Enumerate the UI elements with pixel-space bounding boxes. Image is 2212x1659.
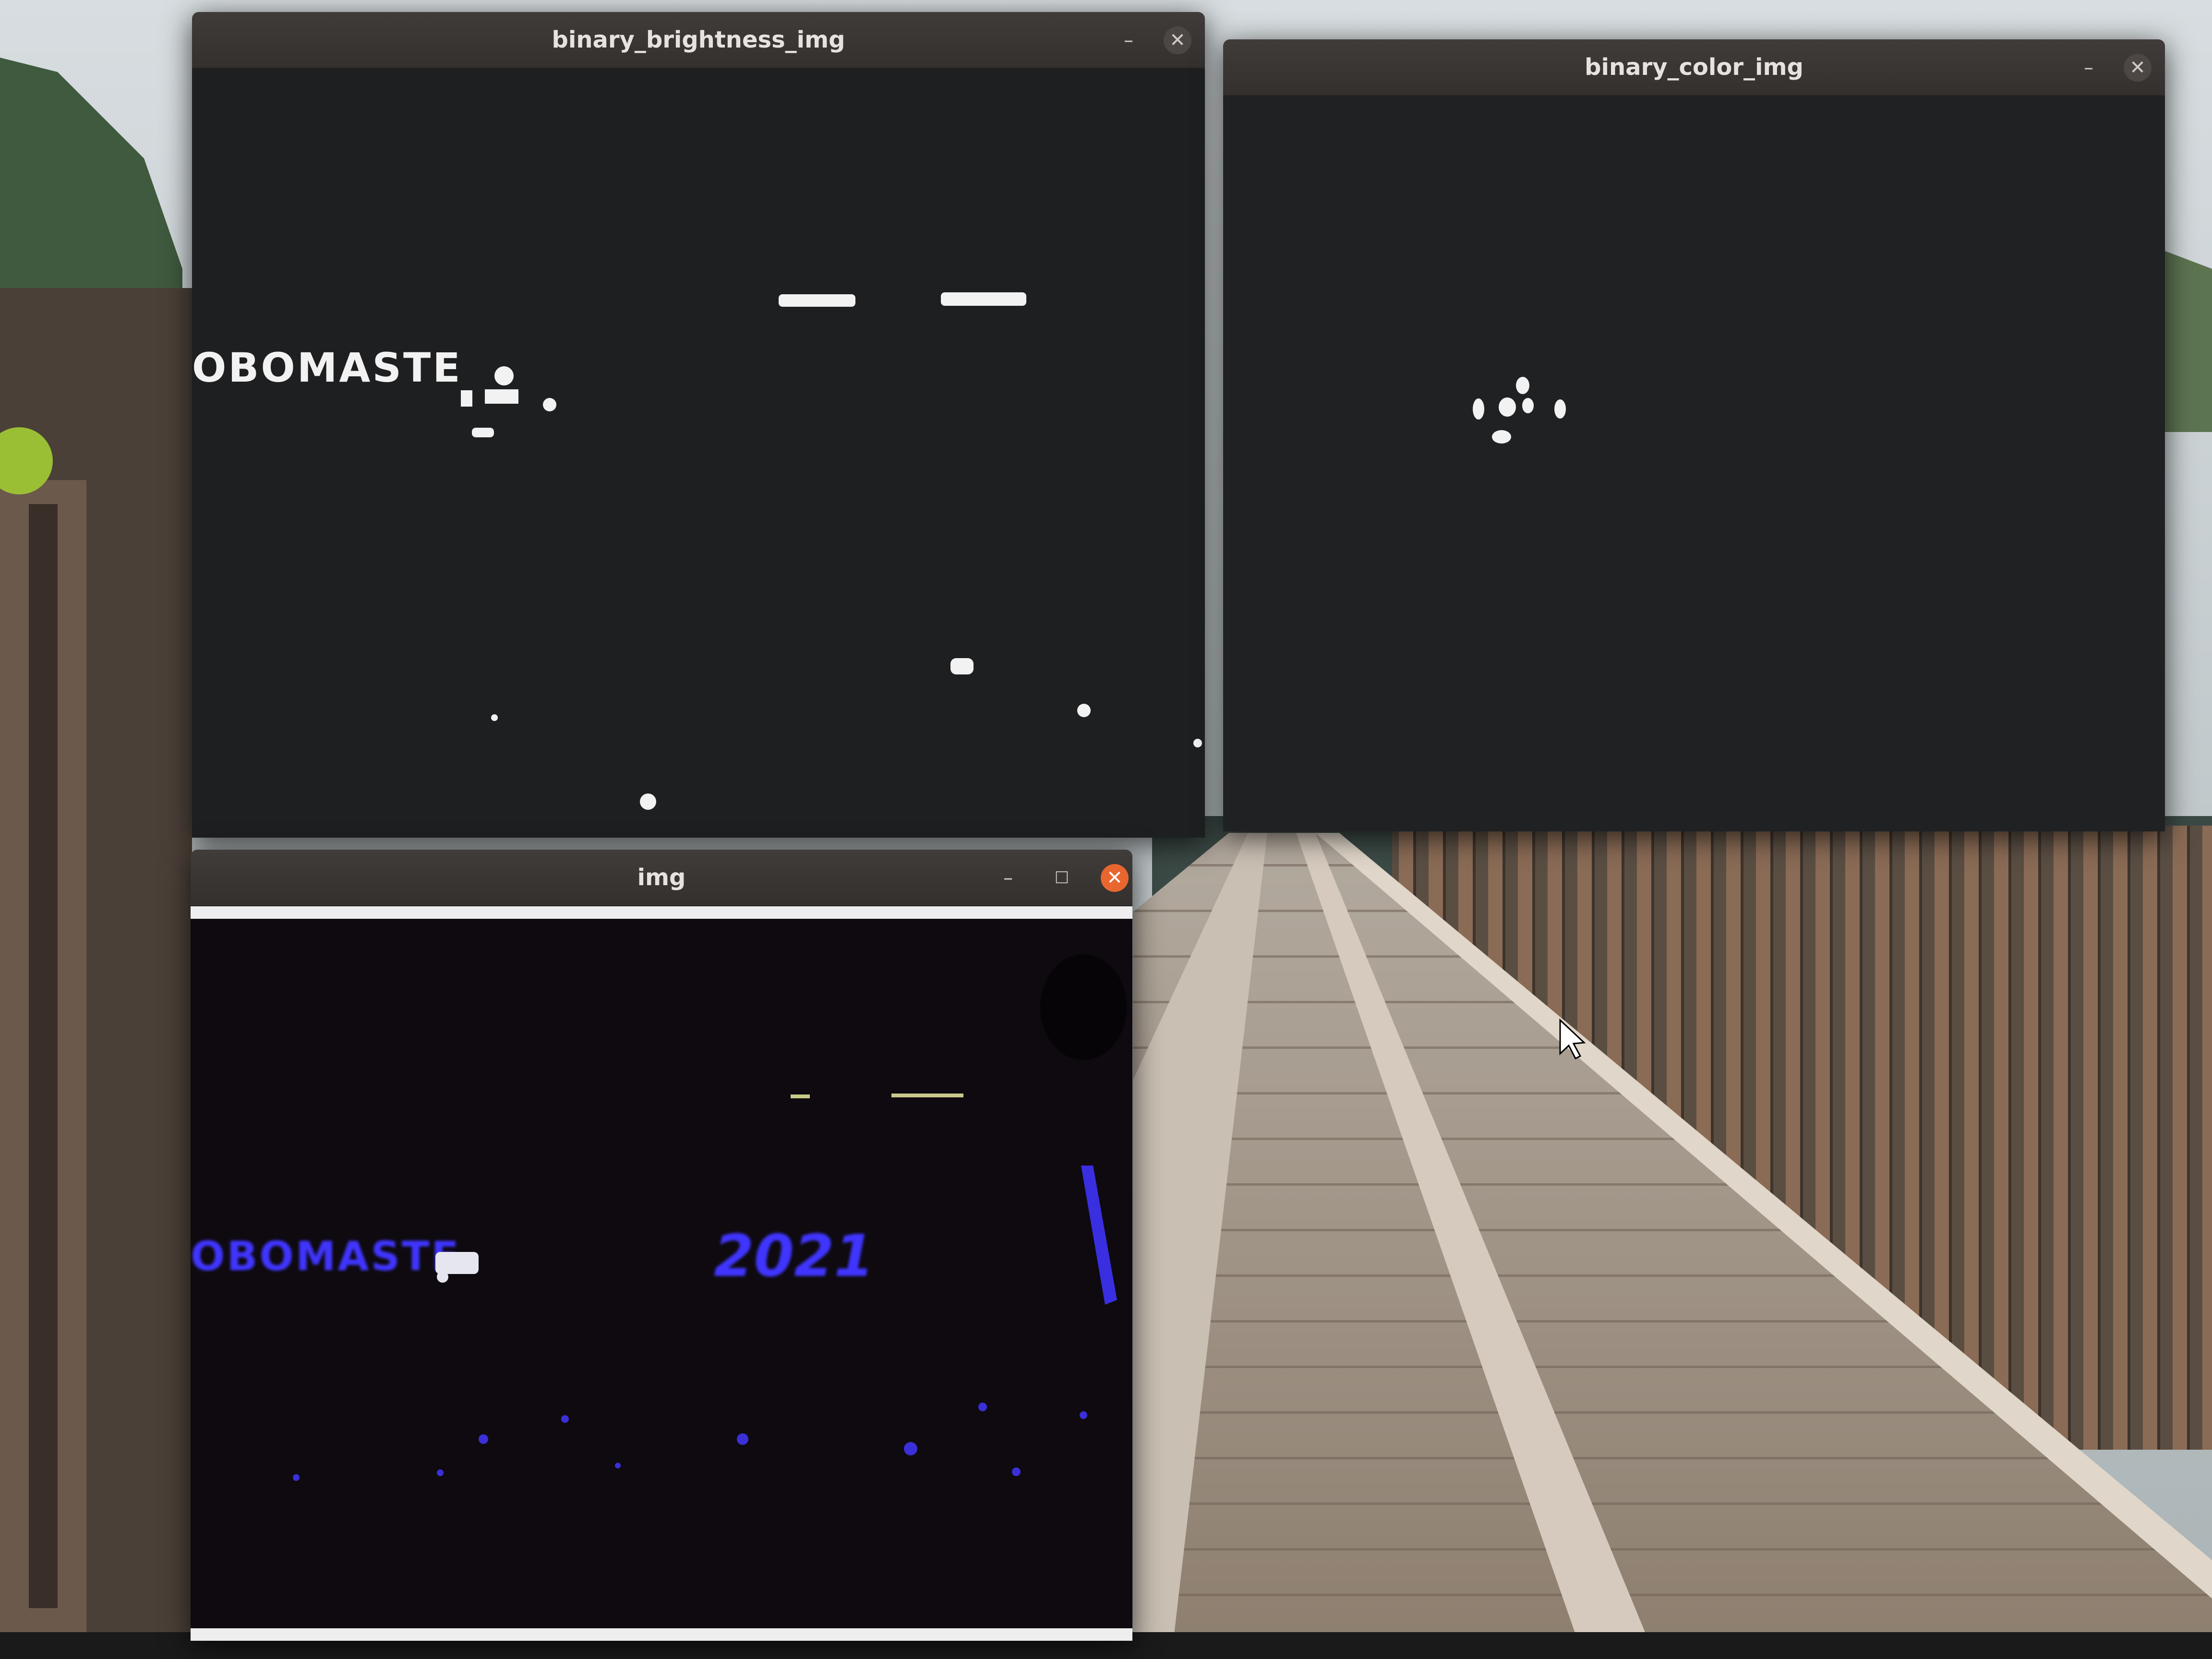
blob (779, 294, 855, 307)
titlebar[interactable]: binary_brightness_img – ✕ (192, 12, 1205, 69)
blue-dot (1080, 1411, 1087, 1419)
window-binary-brightness[interactable]: binary_brightness_img – ✕ OBOMASTE (192, 12, 1205, 838)
blob (1193, 739, 1202, 747)
blue-dot (615, 1463, 621, 1468)
camera-image-canvas: OBOMASTE 2021 (191, 919, 1132, 1628)
blue-dot (561, 1415, 569, 1423)
binary-brightness-overlay-text: OBOMASTE (192, 344, 462, 391)
blob (1516, 377, 1529, 394)
minimize-button[interactable]: – (994, 864, 1022, 892)
binary-color-canvas (1473, 377, 1566, 444)
blue-dot (737, 1433, 748, 1445)
blob (1473, 398, 1484, 420)
window-title: binary_brightness_img (552, 26, 845, 53)
blob (950, 658, 974, 674)
camera-overlay-text: OBOMASTE (191, 1233, 461, 1280)
blob (941, 292, 1026, 306)
camera-image: OBOMASTE 2021 (191, 906, 1132, 1641)
titlebar[interactable]: binary_color_img – ✕ (1223, 39, 2165, 96)
blue-dot (1012, 1467, 1021, 1476)
binary-brightness-image: OBOMASTE (192, 69, 1205, 838)
blob (485, 389, 518, 404)
close-button[interactable]: ✕ (1101, 864, 1129, 892)
blob (543, 398, 556, 411)
light-streak (791, 1094, 810, 1098)
binary-color-image (1223, 96, 2165, 831)
blob (461, 390, 472, 407)
blob (1554, 399, 1566, 419)
minimize-button[interactable]: – (2075, 54, 2103, 82)
desktop: binary_brightness_img – ✕ OBOMASTE binar… (0, 0, 2212, 1659)
minimize-button[interactable]: – (1115, 26, 1142, 54)
titlebar[interactable]: img – ☐ ✕ (191, 850, 1132, 906)
window-title: binary_color_img (1585, 54, 1803, 81)
blue-dot (904, 1442, 917, 1455)
blue-dot (479, 1434, 488, 1444)
window-title: img (637, 864, 686, 891)
blob (472, 428, 494, 437)
blob (1499, 397, 1516, 417)
binary-brightness-canvas: OBOMASTE (192, 292, 1202, 810)
blob (1522, 398, 1534, 413)
blob (1077, 704, 1091, 717)
blue-dot (978, 1403, 987, 1411)
blue-dot (293, 1474, 300, 1481)
close-button[interactable]: ✕ (1164, 26, 1191, 54)
blue-dot (437, 1469, 444, 1476)
blob (491, 714, 498, 721)
close-button[interactable]: ✕ (2124, 54, 2152, 82)
blob (437, 1271, 448, 1283)
blob (1492, 430, 1511, 444)
window-img[interactable]: img – ☐ ✕ OBOMASTE 2021 (191, 850, 1132, 1641)
maximize-button[interactable]: ☐ (1048, 864, 1076, 892)
light-streak (891, 1094, 963, 1097)
robot-marker (435, 1252, 479, 1274)
year-text: 2021 (714, 1223, 874, 1290)
blob (494, 366, 514, 385)
window-binary-color[interactable]: binary_color_img – ✕ (1223, 39, 2165, 831)
blob (640, 793, 656, 810)
